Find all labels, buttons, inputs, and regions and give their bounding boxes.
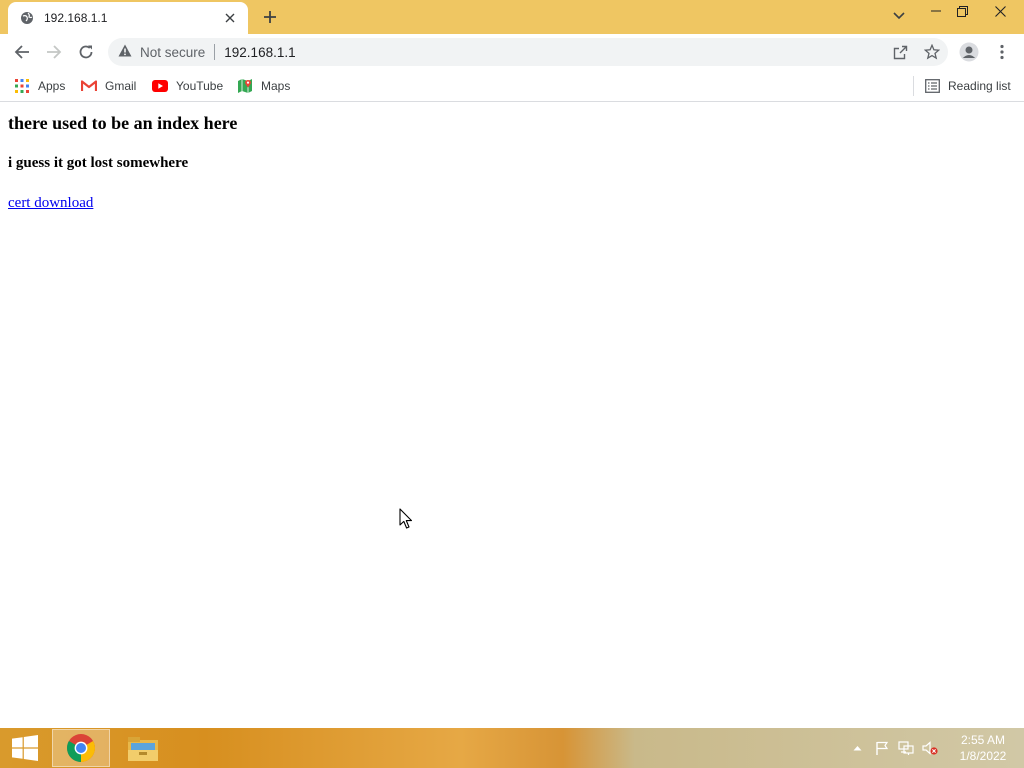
bookmark-label: Gmail bbox=[105, 79, 137, 93]
apps-grid-icon bbox=[14, 78, 30, 94]
security-label: Not secure bbox=[140, 44, 206, 60]
security-indicator[interactable]: Not secure bbox=[118, 44, 205, 60]
reading-list-label: Reading list bbox=[948, 79, 1011, 93]
share-icon[interactable] bbox=[884, 39, 916, 65]
mouse-cursor-icon bbox=[399, 508, 413, 529]
profile-icon[interactable] bbox=[956, 39, 982, 65]
close-icon[interactable] bbox=[222, 10, 238, 26]
bookmark-apps[interactable]: Apps bbox=[14, 75, 65, 97]
title-bar: 192.168.1.1 bbox=[0, 0, 1024, 34]
star-icon[interactable] bbox=[916, 39, 948, 65]
omnibox-divider bbox=[214, 44, 216, 60]
bookmark-label: Apps bbox=[38, 79, 66, 93]
back-arrow-icon[interactable] bbox=[9, 39, 35, 65]
bookmarks-divider bbox=[913, 76, 914, 96]
clock-time: 2:55 AM bbox=[960, 733, 1006, 747]
forward-arrow-icon[interactable] bbox=[41, 39, 67, 65]
gmail-icon bbox=[81, 78, 97, 94]
cert-download-link[interactable]: cert download bbox=[8, 195, 93, 212]
tray-chevron-up-icon[interactable] bbox=[849, 728, 865, 768]
tab-title: 192.168.1.1 bbox=[44, 11, 108, 25]
flag-icon[interactable] bbox=[872, 728, 892, 768]
restore-icon[interactable] bbox=[948, 0, 976, 22]
plus-icon[interactable] bbox=[259, 6, 281, 28]
taskbar: 2:55 AM 1/8/2022 bbox=[0, 728, 1024, 768]
url-text[interactable]: 192.168.1.1 bbox=[224, 45, 295, 60]
kebab-menu-icon[interactable] bbox=[989, 39, 1015, 65]
page-heading: there used to be an index here bbox=[8, 113, 238, 133]
network-icon[interactable] bbox=[896, 728, 916, 768]
speaker-muted-icon[interactable] bbox=[920, 728, 940, 768]
browser-tab[interactable]: 192.168.1.1 bbox=[8, 2, 248, 34]
bookmark-gmail[interactable]: Gmail bbox=[81, 75, 136, 97]
close-icon[interactable] bbox=[978, 0, 1022, 22]
chrome-icon[interactable] bbox=[52, 729, 110, 767]
page-subheading: i guess it got lost somewhere bbox=[8, 155, 189, 171]
youtube-icon bbox=[152, 78, 168, 94]
bookmark-maps[interactable]: Maps bbox=[237, 75, 290, 97]
warning-icon bbox=[118, 44, 132, 60]
clock-date: 1/8/2022 bbox=[959, 749, 1007, 763]
bookmark-label: Maps bbox=[261, 79, 291, 93]
globe-icon bbox=[20, 11, 34, 25]
bookmarks-bar: Apps Gmail YouTube Maps Reading list bbox=[0, 70, 1024, 102]
bookmark-youtube[interactable]: YouTube bbox=[152, 75, 223, 97]
browser-toolbar: Not secure 192.168.1.1 bbox=[0, 34, 1024, 70]
reload-icon[interactable] bbox=[73, 39, 99, 65]
minimize-icon[interactable] bbox=[922, 0, 950, 22]
maps-icon bbox=[237, 78, 253, 94]
taskbar-clock[interactable]: 2:55 AM 1/8/2022 bbox=[950, 732, 1016, 764]
file-explorer-icon[interactable] bbox=[114, 729, 172, 767]
windows-start-icon[interactable] bbox=[0, 728, 50, 768]
reading-list-button[interactable]: Reading list bbox=[924, 75, 1011, 97]
page-content: there used to be an index here i guess i… bbox=[0, 103, 1024, 728]
address-bar[interactable]: Not secure 192.168.1.1 bbox=[108, 38, 948, 66]
chevron-down-icon[interactable] bbox=[886, 5, 912, 27]
bookmark-label: YouTube bbox=[176, 79, 224, 93]
reading-list-icon bbox=[924, 78, 940, 94]
